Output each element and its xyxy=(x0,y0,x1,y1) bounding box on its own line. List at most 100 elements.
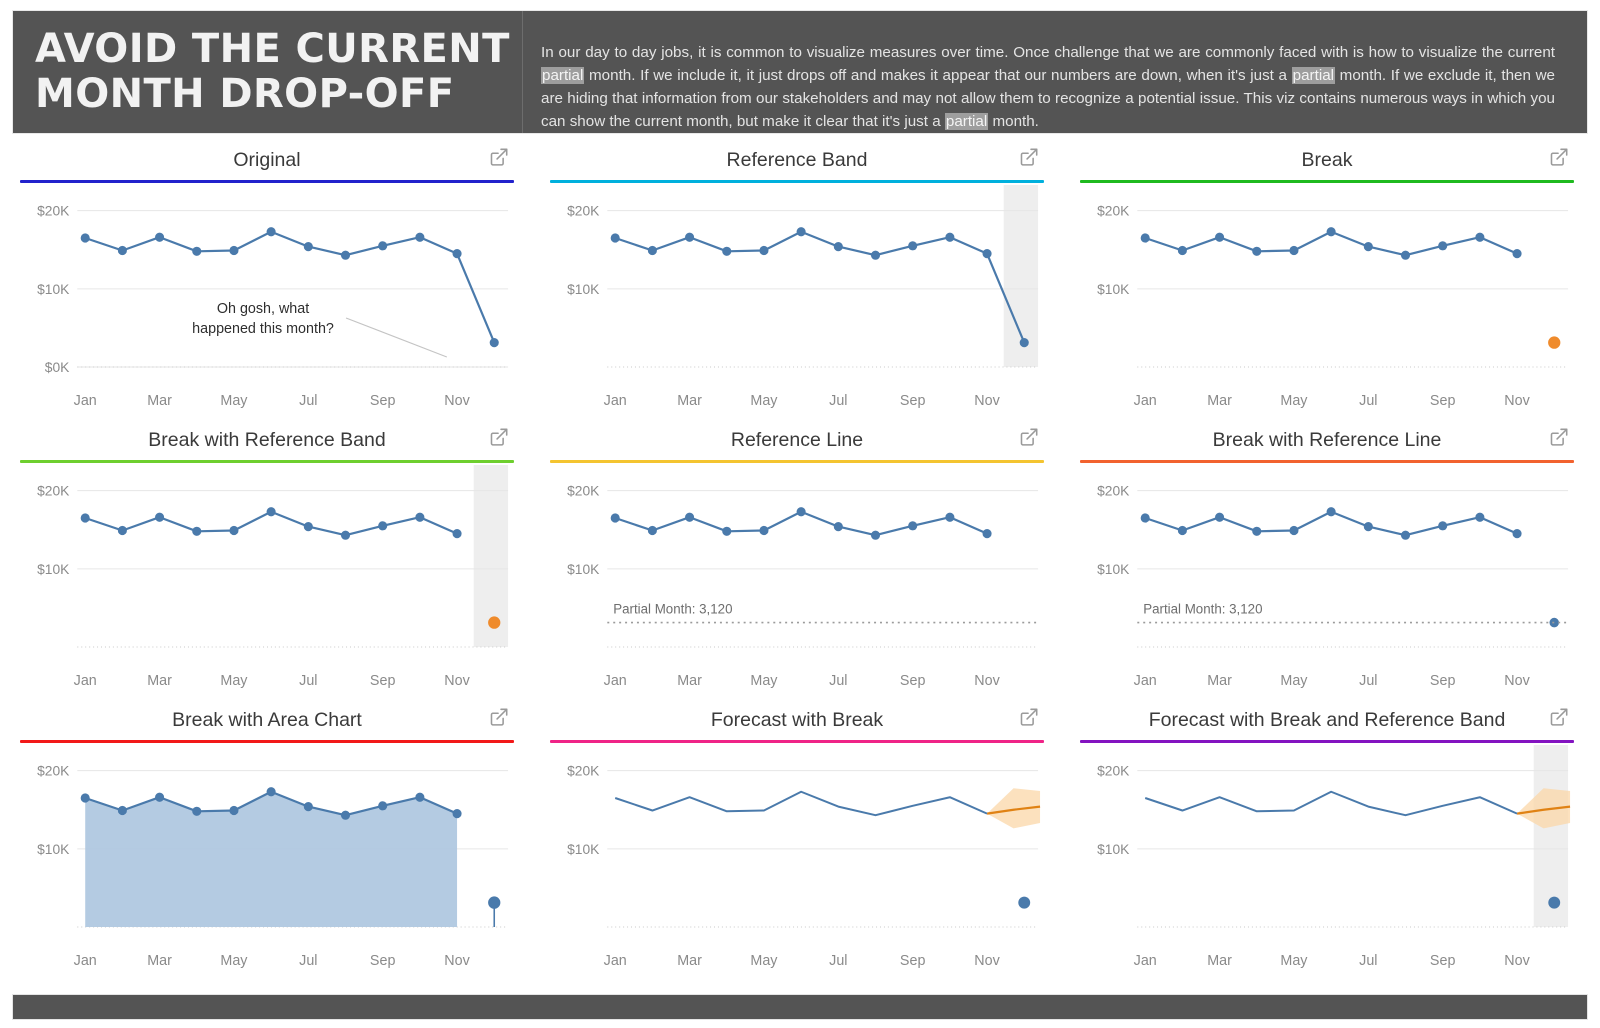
annotation-leader-line xyxy=(345,317,448,358)
data-point xyxy=(303,242,313,252)
data-point xyxy=(1363,242,1373,252)
y-axis-tick-label: $10K xyxy=(1097,841,1130,857)
data-point xyxy=(1177,245,1187,256)
data-point xyxy=(1215,512,1225,522)
data-point xyxy=(1512,249,1522,259)
data-point xyxy=(610,513,620,523)
data-point xyxy=(610,233,620,243)
chart-header: Forecast with Break and Reference Band xyxy=(1080,700,1574,740)
chart-accent-bar xyxy=(1080,740,1574,743)
data-point xyxy=(192,246,202,256)
x-axis-tick-label: Nov xyxy=(444,673,470,689)
data-point xyxy=(759,245,769,256)
chart-title: Forecast with Break xyxy=(710,708,884,731)
x-axis-tick-label: May xyxy=(1280,953,1308,969)
partial-month-point xyxy=(1548,896,1561,909)
y-axis-tick-label: $10K xyxy=(37,561,70,577)
chart-title: Break with Area Chart xyxy=(172,708,362,731)
data-point xyxy=(229,805,239,816)
data-point xyxy=(1363,522,1373,532)
chart-header: Break with Reference Band xyxy=(20,420,514,460)
y-axis-tick-label: $20K xyxy=(37,483,70,499)
data-point xyxy=(192,526,202,536)
dashboard-footer-bar xyxy=(12,994,1588,1020)
annotation-line-2: happened this month? xyxy=(192,321,334,337)
chart-panel-original: Original $20K $10K $0K Oh gosh, what happened… xyxy=(12,140,528,420)
data-point xyxy=(452,249,462,259)
y-axis-tick-label: $10K xyxy=(37,281,70,297)
chart-plot-area: $20K $10K Partial Month: 3,120 xyxy=(550,465,1044,667)
area-fill xyxy=(85,791,458,927)
y-axis-tick-label: $20K xyxy=(1097,763,1130,779)
data-point xyxy=(796,227,806,237)
x-axis-tick-label: May xyxy=(220,393,248,409)
external-link-icon[interactable] xyxy=(1018,146,1040,168)
data-point xyxy=(1140,513,1150,523)
y-axis-tick-label: $20K xyxy=(567,203,600,219)
chart-header: Original xyxy=(20,140,514,180)
data-point xyxy=(833,242,843,252)
external-link-icon[interactable] xyxy=(1548,146,1570,168)
x-axis-tick-label: Jul xyxy=(1359,673,1377,689)
y-axis-tick-label: $20K xyxy=(37,203,70,219)
x-axis: Jan Mar May Jul Sep Nov xyxy=(550,668,1044,694)
chart-title: Break with Reference Band xyxy=(148,428,386,451)
data-point xyxy=(117,245,127,256)
data-point xyxy=(1475,512,1485,522)
data-point xyxy=(378,241,388,251)
external-link-icon[interactable] xyxy=(1018,426,1040,448)
data-point xyxy=(340,530,351,540)
left-margin xyxy=(0,0,12,1028)
external-link-icon[interactable] xyxy=(488,706,510,728)
x-axis-tick-label: Sep xyxy=(1430,673,1455,689)
external-link-icon[interactable] xyxy=(488,146,510,168)
x-axis-tick-label: Nov xyxy=(444,393,470,409)
x-axis-svg: Jan Mar May Jul Sep Nov xyxy=(74,393,471,409)
x-axis: Jan Mar May Jul Sep Nov xyxy=(20,668,514,694)
chart-plot-area: $20K $10K $0K Oh gosh, what happened this mo… xyxy=(20,185,514,387)
chart-svg: $20K $10K xyxy=(1097,203,1569,368)
x-axis-svg: Jan Mar May Jul Sep Nov xyxy=(74,673,471,689)
data-point xyxy=(945,512,955,522)
partial-month-point xyxy=(1548,336,1561,349)
dashboard-header: AVOID THE CURRENT MONTH DROP-OFF In our … xyxy=(12,10,1588,134)
y-axis-tick-label: $20K xyxy=(1097,483,1130,499)
data-point xyxy=(452,809,462,819)
y-axis-tick-label: $10K xyxy=(567,281,600,297)
x-axis-tick-label: Sep xyxy=(1430,393,1455,409)
chart-panel-reference-band: Reference Band $20K $10K Jan Mar May Jul Sep Nov xyxy=(542,140,1058,420)
chart-header: Break with Area Chart xyxy=(20,700,514,740)
data-point xyxy=(1326,227,1336,237)
x-axis-tick-label: Jul xyxy=(1359,953,1377,969)
y-axis-tick-label: $20K xyxy=(567,483,600,499)
chart-plot-area: $20K $10K xyxy=(550,745,1044,947)
chart-panel-forecast-with-break: Forecast with Break $20K $10K Jan Mar May Jul S… xyxy=(542,700,1058,980)
x-axis-tick-label: Sep xyxy=(1430,953,1455,969)
data-point xyxy=(340,250,351,260)
x-axis-tick-label: Mar xyxy=(677,673,702,689)
y-axis-tick-label: $10K xyxy=(1097,281,1130,297)
chart-accent-bar xyxy=(20,180,514,183)
external-link-icon[interactable] xyxy=(488,426,510,448)
chart-svg: $20K $10K xyxy=(567,763,1041,928)
data-point xyxy=(340,810,351,820)
y-axis-tick-label: $10K xyxy=(567,561,600,577)
x-axis-tick-label: Jan xyxy=(604,393,627,409)
x-axis-tick-label: Sep xyxy=(900,953,925,969)
x-axis-tick-label: Mar xyxy=(1207,673,1232,689)
x-axis-svg: Jan Mar May Jul Sep Nov xyxy=(74,953,471,969)
partial-month-point xyxy=(488,896,501,909)
data-point xyxy=(722,246,732,256)
external-link-icon[interactable] xyxy=(1548,706,1570,728)
partial-month-point xyxy=(488,616,501,629)
external-link-icon[interactable] xyxy=(1018,706,1040,728)
data-point xyxy=(80,233,90,243)
chart-accent-bar xyxy=(1080,180,1574,183)
chart-panel-break-with-reference-band: Break with Reference Band $20K $10K Jan Mar M… xyxy=(12,420,528,700)
x-axis-svg: Jan Mar May Jul Sep Nov xyxy=(1134,673,1531,689)
data-point xyxy=(833,522,843,532)
external-link-icon[interactable] xyxy=(1548,426,1570,448)
dashboard-root: AVOID THE CURRENT MONTH DROP-OFF In our … xyxy=(0,0,1600,1028)
x-axis-tick-label: Jan xyxy=(74,673,97,689)
y-axis-tick-label: $10K xyxy=(567,841,600,857)
